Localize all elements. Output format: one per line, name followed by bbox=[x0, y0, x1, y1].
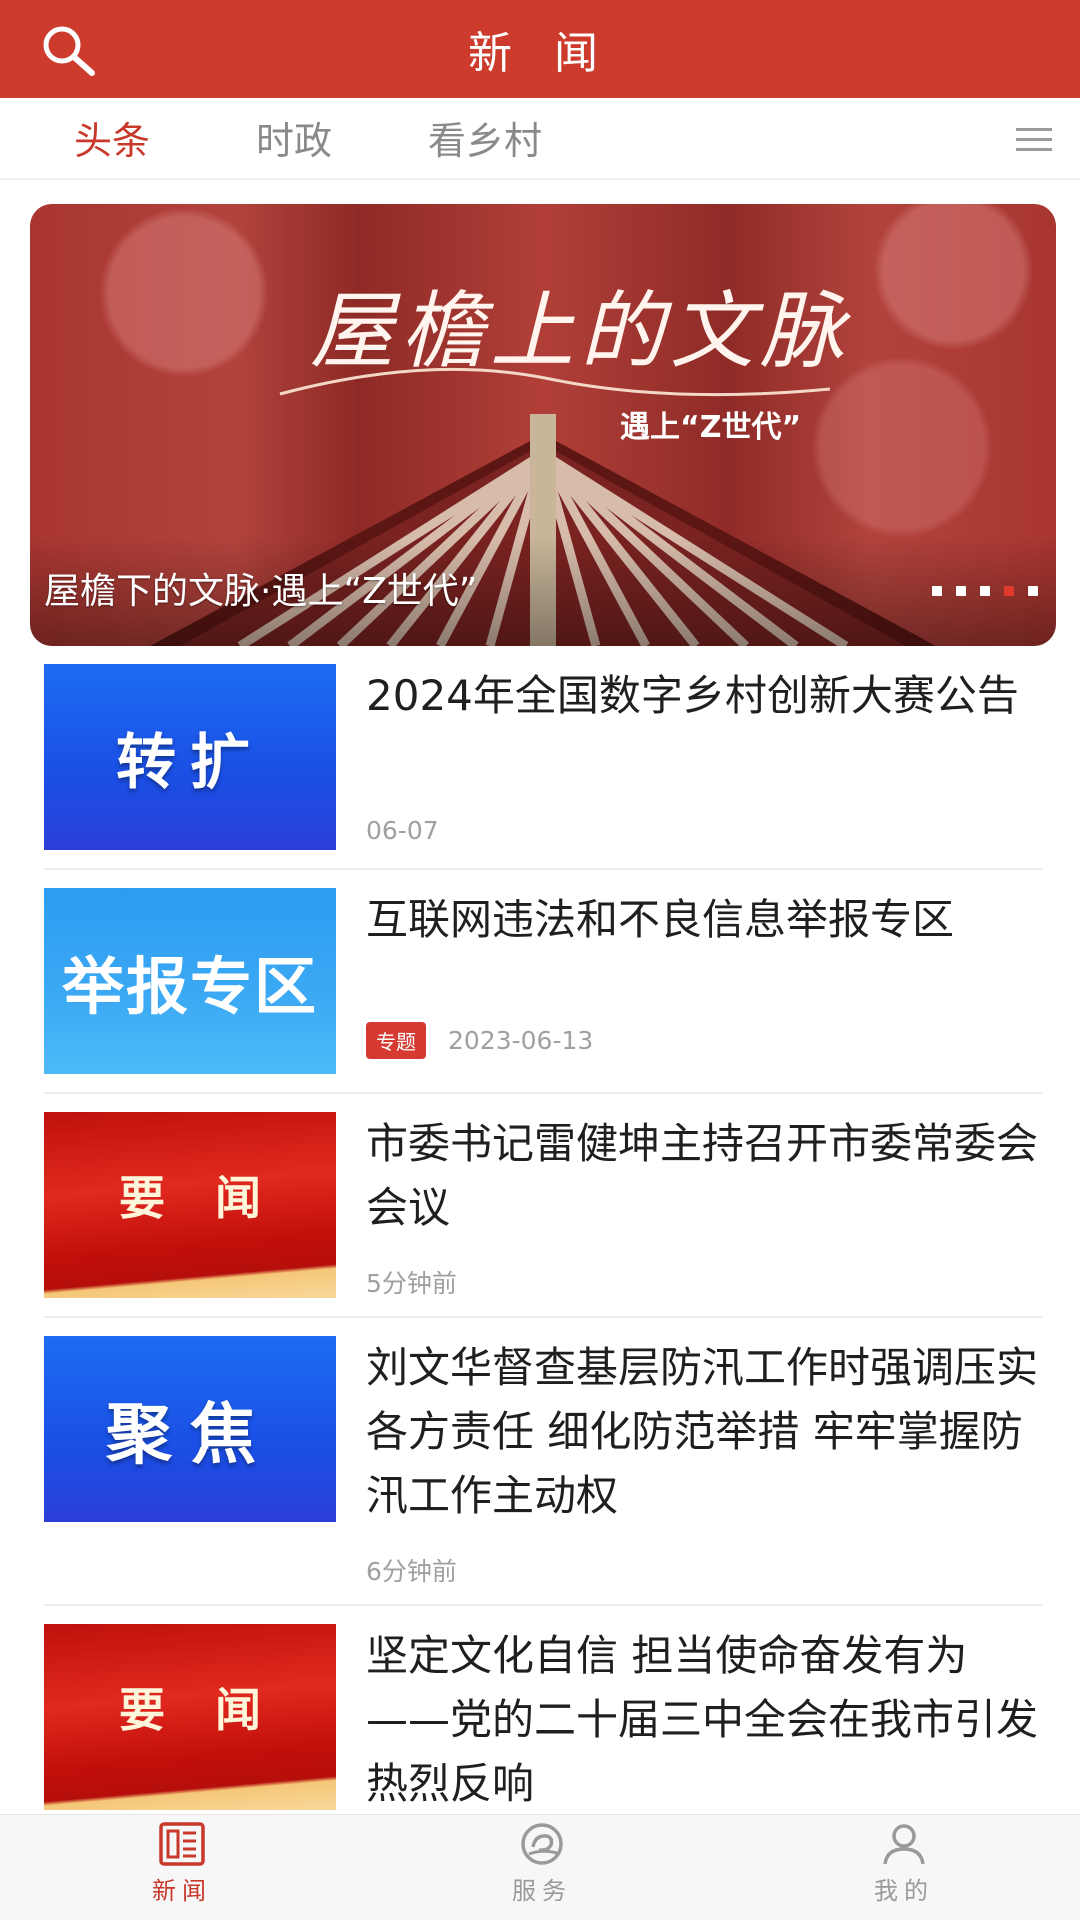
banner-art-title: 屋檐上的文脉 bbox=[309, 282, 850, 380]
newspaper-icon bbox=[159, 1822, 205, 1866]
tab-headlines[interactable]: 头条 bbox=[74, 112, 150, 163]
divider bbox=[44, 868, 1042, 870]
news-time: 6分钟前 bbox=[366, 1557, 457, 1586]
thumbnail-label: 要闻 bbox=[119, 1171, 311, 1225]
carousel-dot[interactable] bbox=[932, 586, 942, 596]
thumbnail-label: 聚焦 bbox=[106, 1395, 274, 1473]
user-icon bbox=[883, 1824, 925, 1865]
thumbnail-label: 举报专区 bbox=[61, 950, 318, 1023]
banner-art-subtitle: 遇上“Z世代” bbox=[620, 410, 802, 445]
carousel-dot[interactable] bbox=[980, 586, 990, 596]
news-thumbnail: 要闻 bbox=[44, 1624, 336, 1810]
banner-caption: 屋檐下的文脉·遇上“Z世代” bbox=[44, 571, 478, 612]
news-meta: 06-07 bbox=[366, 816, 439, 845]
news-time: 2023-06-13 bbox=[448, 1026, 594, 1055]
news-thumbnail: 举报专区 bbox=[44, 888, 336, 1074]
topic-tag: 专题 bbox=[366, 1022, 426, 1059]
nav-label: 新闻 bbox=[152, 1877, 212, 1905]
news-item[interactable]: 转扩 2024年全国数字乡村创新大赛公告 06-07 bbox=[44, 664, 1042, 870]
news-title: 市委书记雷健坤主持召开市委常委会会议 bbox=[366, 1119, 1039, 1232]
nav-label: 我的 bbox=[874, 1877, 934, 1905]
news-title: 互联网违法和不良信息举报专区 bbox=[366, 895, 955, 944]
menu-icon bbox=[1016, 128, 1052, 151]
search-icon bbox=[43, 26, 95, 76]
news-title: 刘文华督查基层防汛工作时强调压实各方责任 细化防范举措 牢牢掌握防汛工作主动权 bbox=[366, 1343, 1039, 1520]
nav-news[interactable]: 新闻 bbox=[112, 1821, 252, 1917]
category-tabs: 头条 时政 看乡村 bbox=[0, 98, 1080, 180]
search-button[interactable] bbox=[38, 22, 100, 78]
bottom-nav: 新闻 服务 我的 bbox=[0, 1814, 1080, 1920]
news-thumbnail: 转扩 bbox=[44, 664, 336, 850]
divider bbox=[44, 1316, 1042, 1318]
news-meta: 专题 2023-06-13 bbox=[366, 1022, 593, 1059]
carousel-dot[interactable] bbox=[956, 586, 966, 596]
divider bbox=[44, 1092, 1042, 1094]
carousel-dot-active[interactable] bbox=[1004, 586, 1014, 596]
news-thumbnail: 要闻 bbox=[44, 1112, 336, 1298]
news-time: 06-07 bbox=[366, 816, 439, 845]
nav-mine[interactable]: 我的 bbox=[834, 1821, 974, 1917]
news-item[interactable]: 聚焦 刘文华督查基层防汛工作时强调压实各方责任 细化防范举措 牢牢掌握防汛工作主… bbox=[44, 1336, 1042, 1606]
news-title: 2024年全国数字乡村创新大赛公告 bbox=[366, 671, 1019, 720]
carousel-dot[interactable] bbox=[1028, 586, 1038, 596]
news-meta: 5分钟前 bbox=[366, 1264, 457, 1300]
thumbnail-label: 转扩 bbox=[116, 727, 264, 798]
divider bbox=[44, 1604, 1042, 1606]
app-header: 新 闻 bbox=[0, 0, 1080, 98]
tab-politics[interactable]: 时政 bbox=[256, 112, 332, 163]
carousel-indicator bbox=[932, 586, 1038, 596]
page-title: 新 闻 bbox=[468, 28, 612, 79]
news-item[interactable]: 举报专区 互联网违法和不良信息举报专区 专题 2023-06-13 bbox=[44, 888, 1042, 1094]
service-icon bbox=[521, 1823, 563, 1865]
news-item[interactable]: 要闻 市委书记雷健坤主持召开市委常委会会议 5分钟前 bbox=[44, 1112, 1042, 1318]
nav-label: 服务 bbox=[512, 1877, 572, 1905]
tab-countryside[interactable]: 看乡村 bbox=[428, 112, 542, 163]
headline-banner[interactable]: 屋檐上的文脉 遇上“Z世代” 屋檐下的文脉·遇上“Z世代” bbox=[30, 204, 1056, 646]
news-thumbnail: 聚焦 bbox=[44, 1336, 336, 1522]
tab-menu-button[interactable] bbox=[1014, 124, 1054, 156]
news-meta: 6分钟前 bbox=[366, 1552, 457, 1588]
nav-service[interactable]: 服务 bbox=[472, 1821, 612, 1917]
news-time: 5分钟前 bbox=[366, 1269, 457, 1298]
news-title: 坚定文化自信 担当使命奋发有为——党的二十届三中全会在我市引发热烈反响 bbox=[366, 1631, 1039, 1808]
news-item[interactable]: 要闻 坚定文化自信 担当使命奋发有为——党的二十届三中全会在我市引发热烈反响 bbox=[44, 1624, 1042, 1814]
thumbnail-label: 要闻 bbox=[119, 1683, 311, 1737]
